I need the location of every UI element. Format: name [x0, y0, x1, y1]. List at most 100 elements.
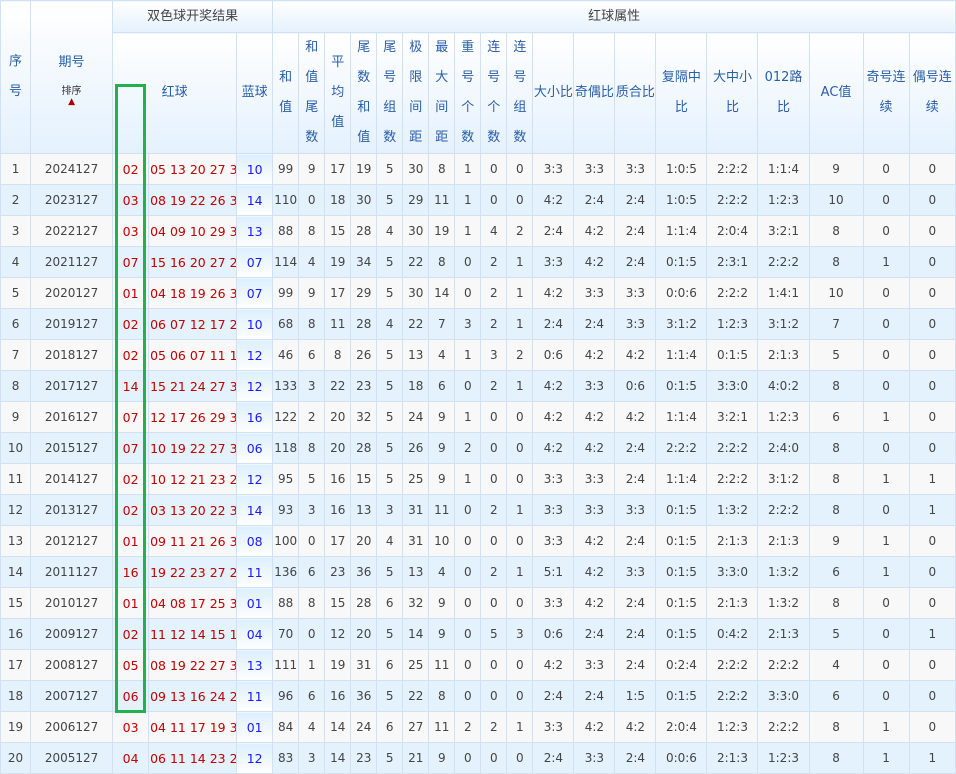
attr-cell: 2:2:2: [757, 649, 810, 681]
attr-cell: 2:4: [573, 308, 616, 340]
attr-cell: 1: [862, 556, 910, 588]
table-row: 13 2012127 01 09 11 21 26 32 08 100 0 17 20 4 31 10…: [0, 525, 956, 557]
attr-cell: 22: [324, 370, 352, 402]
seq-cell: 18: [0, 680, 32, 712]
first-red-ball: 14: [112, 370, 150, 402]
attr-cell: 14: [402, 618, 430, 650]
attr-cell: 0: [908, 370, 956, 402]
table-row: 3 2022127 03 04 09 10 29 33 13 88 8 15 28 4 30 19 1 4…: [0, 215, 956, 247]
attr-cell: 2:0:4: [655, 711, 708, 743]
attr-cell: 16: [324, 680, 352, 712]
table-row: 9 2016127 07 12 17 26 29 31 16 122 2 20 32 5 24 9 1 0…: [0, 401, 956, 433]
attr-cell: 1: [454, 153, 482, 185]
header-attr-9: 连号组数: [506, 32, 534, 154]
attr-cell: 3: [376, 494, 404, 526]
attr-cell: 8: [808, 432, 864, 464]
attr-cell: 1: [862, 246, 910, 278]
attr-cell: 25: [402, 463, 430, 495]
attr-cell: 3:3: [532, 711, 575, 743]
attr-cell: 2:4: [614, 618, 657, 650]
attr-cell: 2:4: [614, 432, 657, 464]
attr-cell: 18: [324, 184, 352, 216]
attr-cell: 24: [402, 401, 430, 433]
attr-cell: 2: [480, 370, 508, 402]
header-attr-12: 质合比: [614, 32, 657, 154]
attr-cell: 9: [428, 618, 456, 650]
attr-cell: 2:2:2: [706, 649, 759, 681]
first-red-ball: 02: [112, 153, 150, 185]
attr-cell: 3:3:0: [706, 370, 759, 402]
attr-cell: 1:2:3: [757, 401, 810, 433]
attr-cell: 5: [808, 618, 864, 650]
first-red-ball: 01: [112, 525, 150, 557]
issue-cell: 2006127: [30, 711, 114, 743]
attr-cell: 3:3: [573, 277, 616, 309]
issue-cell: 2007127: [30, 680, 114, 712]
attr-cell: 0: [298, 184, 326, 216]
attr-cell: 0: [506, 153, 534, 185]
attr-cell: 8: [298, 587, 326, 619]
attr-cell: 4:2: [573, 215, 616, 247]
attr-cell: 2:3:1: [706, 246, 759, 278]
blue-ball: 12: [236, 742, 274, 774]
header-attr-2: 平均值: [324, 32, 352, 154]
attr-cell: 2:1:3: [757, 525, 810, 557]
table-row: 11 2014127 02 10 12 21 23 27 12 95 5 16 15 5 25 9 1 0…: [0, 463, 956, 495]
seq-cell: 1: [0, 153, 32, 185]
issue-cell: 2014127: [30, 463, 114, 495]
first-red-ball: 02: [112, 463, 150, 495]
attr-cell: 0:1:5: [655, 246, 708, 278]
red-balls: 10 19 22 27 33: [148, 432, 238, 464]
attr-cell: 1: [908, 618, 956, 650]
attr-cell: 4:2: [532, 184, 575, 216]
attr-cell: 5: [376, 246, 404, 278]
attr-cell: 20: [350, 525, 378, 557]
arrow-up-icon[interactable]: ▲: [32, 97, 112, 107]
blue-ball: 07: [236, 277, 274, 309]
attr-cell: 4:2: [573, 432, 616, 464]
header-attr-10: 大小比: [532, 32, 575, 154]
attr-cell: 0: [506, 680, 534, 712]
attr-cell: 0: [454, 649, 482, 681]
attr-cell: 0:1:5: [655, 618, 708, 650]
attr-cell: 0: [908, 184, 956, 216]
attr-cell: 34: [350, 246, 378, 278]
attr-cell: 0: [908, 339, 956, 371]
header-issue-label: 期号: [58, 54, 85, 70]
blue-ball: 14: [236, 184, 274, 216]
attr-cell: 0: [454, 370, 482, 402]
attr-cell: 2: [454, 432, 482, 464]
first-red-ball: 02: [112, 618, 150, 650]
sort-button[interactable]: 排序: [32, 86, 112, 98]
blue-ball: 10: [236, 153, 274, 185]
attr-cell: 0: [862, 494, 910, 526]
attr-cell: 0: [506, 432, 534, 464]
attr-cell: 17: [324, 277, 352, 309]
attr-cell: 0:6: [614, 370, 657, 402]
attr-cell: 0: [908, 587, 956, 619]
attr-cell: 31: [402, 525, 430, 557]
attr-cell: 5: [480, 618, 508, 650]
attr-cell: 0: [908, 215, 956, 247]
attr-cell: 3:3: [573, 153, 616, 185]
header-attr-4: 尾号组数: [376, 32, 404, 154]
attr-cell: 14: [324, 742, 352, 774]
table-row: 19 2006127 03 04 11 17 19 30 01 84 4 14 24 6 27 11 2…: [0, 711, 956, 743]
attr-cell: 0:1:5: [655, 370, 708, 402]
attr-cell: 0: [862, 370, 910, 402]
attr-cell: 2:0:4: [706, 215, 759, 247]
blue-ball: 11: [236, 680, 274, 712]
attr-cell: 1: [862, 711, 910, 743]
attr-cell: 3:3: [573, 463, 616, 495]
attr-cell: 2: [298, 401, 326, 433]
header-issue[interactable]: 期号 排序 ▲: [30, 0, 114, 154]
attr-cell: 0: [480, 680, 508, 712]
attr-cell: 5: [376, 370, 404, 402]
attr-cell: 0: [862, 277, 910, 309]
blue-ball: 07: [236, 246, 274, 278]
header-attr-0: 和值: [272, 32, 300, 154]
attr-cell: 2: [506, 339, 534, 371]
attr-cell: 9: [428, 587, 456, 619]
attr-cell: 4:2: [573, 556, 616, 588]
first-red-ball: 02: [112, 494, 150, 526]
